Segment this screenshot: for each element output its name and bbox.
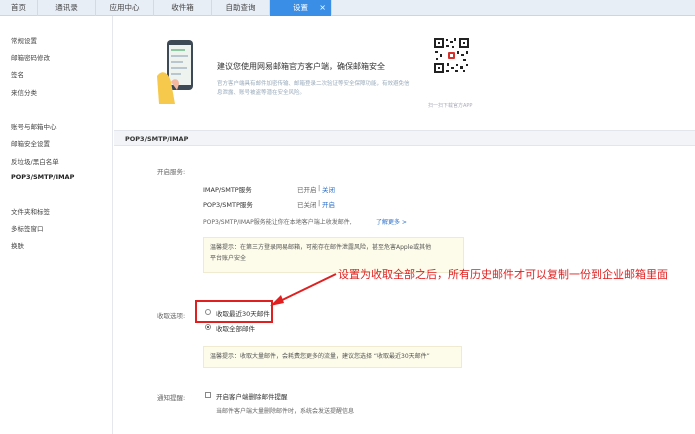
close-icon[interactable]: × [319,0,326,15]
tab-settings[interactable]: 设置 × [270,0,332,16]
disable-imap-link[interactable]: 关闭 [322,184,335,194]
service-name-pop3: POP3/SMTP服务 [203,201,253,209]
separator: | [318,184,321,192]
notification-label: 通知提醒: [157,394,186,402]
tab-self-service[interactable]: 自助查询 [212,0,270,16]
service-name-imap: IMAP/SMTP服务 [203,186,252,194]
sidebar-item-skin[interactable]: 换肤 [11,240,24,250]
phone-illustration-icon [157,40,193,104]
enable-pop3-link[interactable]: 开启 [322,199,335,209]
main-content: 建议您使用网易邮箱官方客户端，确保邮箱安全 官方客户端具有邮件加密传输、邮箱登录… [114,16,695,434]
delete-alert-checkbox[interactable] [205,392,211,398]
tab-settings-label: 设置 [293,3,308,12]
receive-options-label: 收取选项: [157,312,186,320]
promo-description: 官方客户端具有邮件加密传输、邮箱登录二次验证等安全保障功能，有效避免信息泄露、账… [217,81,410,96]
section-header: POP3/SMTP/IMAP [114,130,695,146]
promo-title: 建议您使用网易邮箱官方客户端，确保邮箱安全 [217,62,385,71]
tab-home[interactable]: 首页 [0,0,38,16]
delete-alert-description: 当邮件客户端大量删除邮件时，系统会发送提醒信息 [216,408,355,415]
qr-code-icon [433,37,470,74]
sidebar-item-multitab[interactable]: 多标签窗口 [11,223,44,233]
sidebar-item-signature[interactable]: 签名 [11,69,24,79]
top-tab-bar: 首页 通讯录 应用中心 收件箱 自助查询 设置 × [0,0,695,16]
option-all-mail-label: 收取全部邮件 [216,325,255,333]
annotation-text: 设置为收取全部之后，所有历史邮件才可以复制一份到企业邮箱里面 [338,268,668,281]
radio-all-mail[interactable] [205,324,211,330]
qr-caption: 扫一扫下载官方APP [428,103,473,109]
learn-more-link[interactable]: 了解更多 > [376,217,407,226]
sidebar-item-pop3[interactable]: POP3/SMTP/IMAP [11,173,74,181]
tab-contacts[interactable]: 通讯录 [38,0,96,16]
tab-inbox[interactable]: 收件箱 [154,0,212,16]
sidebar-item-mail-rules[interactable]: 来信分类 [11,87,37,97]
settings-sidebar: 常规设置 邮箱密码修改 签名 来信分类 账号与邮箱中心 邮箱安全设置 反垃圾/黑… [0,16,113,434]
notice-text: 温馨提示：收取大量邮件，会耗费您更多的流量，建议您选择 “收取最近30天邮件” [210,353,430,360]
service-status-imap: 已开启 [297,186,317,194]
notice-text: 平台账户安全 [210,255,247,262]
service-status-pop3: 已关闭 [297,201,317,209]
tab-app-center[interactable]: 应用中心 [96,0,154,16]
sidebar-item-antispam[interactable]: 反垃圾/黑白名单 [11,156,59,166]
notice-box: 温馨提示：收取大量邮件，会耗费您更多的流量，建议您选择 “收取最近30天邮件” [203,346,462,368]
services-label: 开启服务: [157,168,186,176]
sidebar-item-security[interactable]: 邮箱安全设置 [11,138,50,148]
annotation-arrow-icon [270,273,337,306]
services-note: POP3/SMTP/IMAP服务能让你在本地客户端上收发邮件, [203,219,352,226]
sidebar-item-password[interactable]: 邮箱密码修改 [11,52,50,62]
notice-text: 温馨提示：在第三方登录网易邮箱，可能存在邮件泄露风险，甚至危害Apple或其他 [210,244,432,251]
sidebar-item-account-center[interactable]: 账号与邮箱中心 [11,121,57,131]
sidebar-item-folders[interactable]: 文件夹和标签 [11,206,50,216]
separator: | [318,199,321,207]
delete-alert-label: 开启客户端删除邮件提醒 [216,393,288,401]
section-title: POP3/SMTP/IMAP [125,135,189,143]
sidebar-item-general[interactable]: 常规设置 [11,35,37,45]
